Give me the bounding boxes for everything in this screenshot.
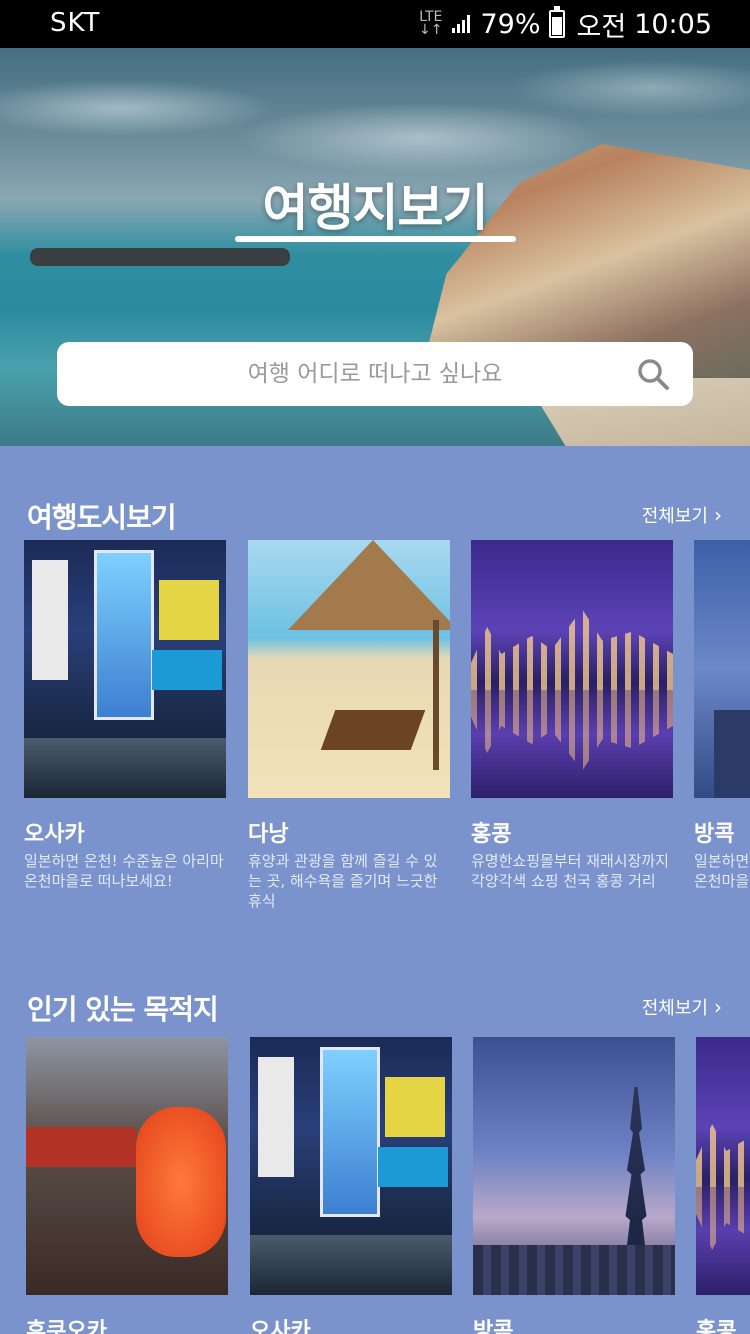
destination-card[interactable]: 방콕: [473, 1037, 675, 1334]
hero-image-pier: [30, 248, 290, 266]
city-card-description: 일본하면 온천! 수준높은 아리마 온천마을로 떠나보세요!: [24, 852, 224, 890]
page-title: 여행지보기: [262, 179, 489, 237]
section-city-list: 여행도시보기 전체보기 › 오사카 일본하면 온천! 수준높은 아리마 온천마을…: [0, 446, 750, 966]
view-all-label: 전체보기: [641, 506, 708, 527]
view-all-label: 전체보기: [641, 998, 708, 1019]
clock: 10:05: [634, 8, 712, 40]
data-arrows-icon: ↓↑: [419, 22, 443, 38]
view-all-link[interactable]: 전체보기 ›: [642, 502, 722, 528]
section-title: 여행도시보기: [27, 501, 177, 534]
destination-card-name: 오사카: [250, 1319, 311, 1334]
city-card-image: [24, 540, 226, 798]
city-card[interactable]: 오사카 일본하면 온천! 수준높은 아리마 온천마을로 떠나보세요!: [24, 540, 226, 890]
battery-icon: [548, 6, 565, 38]
lte-icon: LTE ↓↑: [419, 10, 443, 38]
city-card-name: 방콕: [694, 822, 735, 847]
search-bar[interactable]: [57, 342, 693, 406]
carrier-label: SKT: [50, 8, 101, 38]
destination-card-image: [250, 1037, 452, 1295]
chevron-right-icon: ›: [714, 995, 722, 1019]
destination-card-image: [473, 1037, 675, 1295]
status-bar: SKT LTE ↓↑ 79% 오전 10:05: [0, 0, 750, 48]
city-card-name: 홍콩: [471, 822, 512, 847]
status-indicators: LTE ↓↑ 79% 오전 10:05: [419, 4, 712, 44]
destination-card-name: 후쿠오카: [26, 1319, 107, 1334]
city-card[interactable]: 방콕 일본하면 온천! 수준높은 아리마 온천마을로 떠나보세요!: [694, 540, 750, 890]
destination-card-image: [696, 1037, 750, 1295]
destination-card-name: 방콕: [473, 1319, 514, 1334]
city-card[interactable]: 다낭 휴양과 관광을 함께 즐길 수 있는 곳, 해수욕을 즐기며 느긋한 휴식: [248, 540, 450, 910]
search-icon[interactable]: [635, 356, 671, 392]
city-card-image: [471, 540, 673, 798]
city-card-image: [694, 540, 750, 798]
city-card-image: [248, 540, 450, 798]
signal-icon: [450, 15, 471, 33]
section-title: 인기 있는 목적지: [27, 993, 219, 1026]
city-card-name: 오사카: [24, 822, 85, 847]
chevron-right-icon: ›: [714, 503, 722, 527]
destination-card-name: 홍콩: [696, 1319, 737, 1334]
view-all-link[interactable]: 전체보기 ›: [642, 994, 722, 1020]
city-card[interactable]: 홍콩 유명한쇼핑몰부터 재래시장까지 각양각색 쇼핑 천국 홍콩 거리: [471, 540, 673, 890]
city-carousel[interactable]: 오사카 일본하면 온천! 수준높은 아리마 온천마을로 떠나보세요! 다낭 휴양…: [0, 540, 750, 920]
city-card-name: 다낭: [248, 822, 289, 847]
title-underline: [235, 236, 516, 242]
battery-percent: 79%: [480, 8, 541, 40]
destination-card[interactable]: 후쿠오카: [26, 1037, 228, 1334]
hero-banner: 여행지보기: [0, 48, 750, 446]
city-card-description: 일본하면 온천! 수준높은 아리마 온천마을로 떠나보세요!: [694, 852, 750, 890]
destination-card-image: [26, 1037, 228, 1295]
destination-carousel[interactable]: 후쿠오카 오사카 방콕 홍콩: [0, 1037, 750, 1334]
destination-card[interactable]: 홍콩: [696, 1037, 750, 1334]
search-input[interactable]: [57, 342, 693, 406]
city-card-description: 유명한쇼핑몰부터 재래시장까지 각양각색 쇼핑 천국 홍콩 거리: [471, 852, 669, 890]
section-popular-destinations: 인기 있는 목적지 전체보기 › 후쿠오카 오사카 방콕 홍콩: [0, 966, 750, 1334]
city-card-description: 휴양과 관광을 함께 즐길 수 있는 곳, 해수욕을 즐기며 느긋한 휴식: [248, 852, 438, 910]
time-ampm: 오전: [576, 11, 627, 43]
destination-card[interactable]: 오사카: [250, 1037, 452, 1334]
